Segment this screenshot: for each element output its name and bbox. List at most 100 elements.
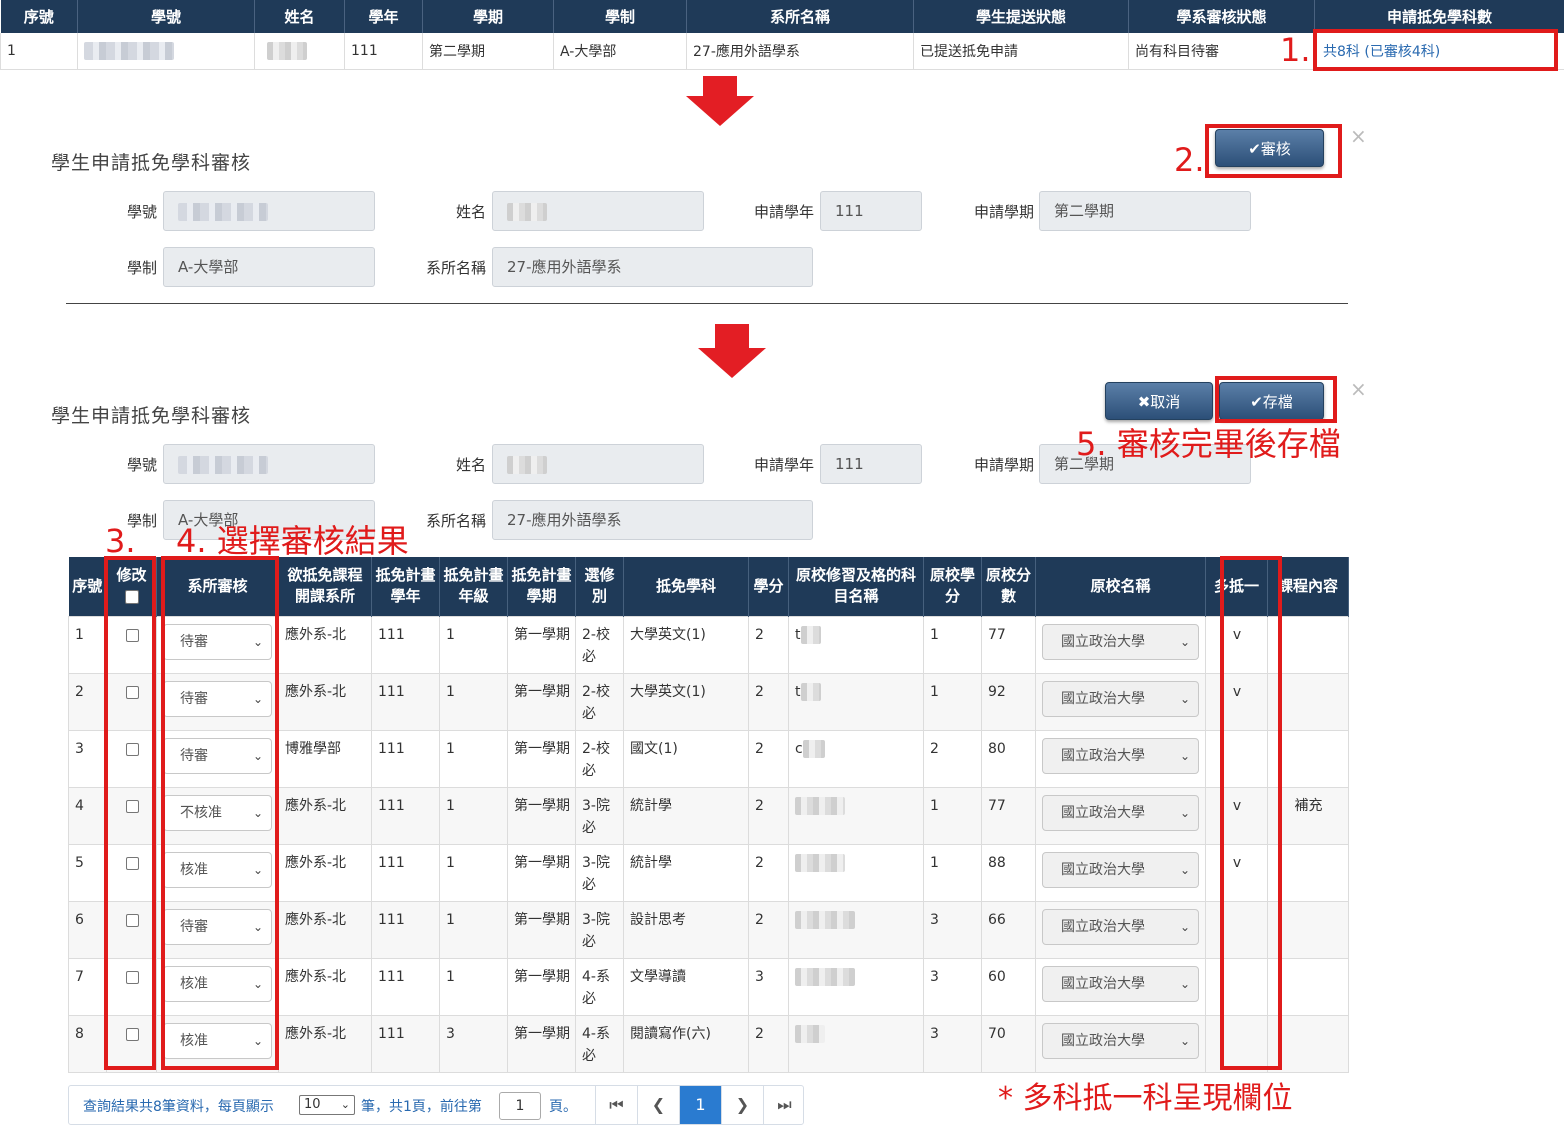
cancel-button[interactable]: ✖取消 bbox=[1105, 382, 1213, 420]
cell-orig-score: 92 bbox=[981, 672, 1036, 731]
highlight-step4 bbox=[161, 556, 279, 1070]
header-semester: 學期 bbox=[422, 0, 554, 33]
header-seq: 序號 bbox=[0, 0, 78, 33]
cell-plan-semester: 第一學期 bbox=[507, 786, 576, 845]
cell-orig-credits: 2 bbox=[923, 729, 982, 788]
chevron-down-icon: ⌄ bbox=[1179, 805, 1190, 820]
last-page-button[interactable]: ⏭ bbox=[763, 1086, 805, 1124]
chevron-right-icon: ❯ bbox=[735, 1095, 750, 1114]
cell-subject: 文學導讀 bbox=[623, 957, 749, 1016]
cell-orig-score: 88 bbox=[981, 843, 1036, 902]
orig-school-select[interactable]: 國立政治大學 ⌄ bbox=[1042, 1022, 1199, 1059]
header-student-status: 學生提送狀態 bbox=[913, 0, 1129, 33]
goto-page-input[interactable]: 1 bbox=[499, 1092, 541, 1120]
orig-school-value: 國立政治大學 bbox=[1061, 804, 1145, 821]
cell-orig-subject bbox=[788, 843, 924, 902]
orig-school-select[interactable]: 國立政治大學 ⌄ bbox=[1042, 851, 1199, 888]
cell-credits: 2 bbox=[748, 900, 789, 959]
orig-school-select[interactable]: 國立政治大學 ⌄ bbox=[1042, 737, 1199, 774]
cell-orig-school: 國立政治大學 ⌄ bbox=[1035, 843, 1206, 902]
divider bbox=[66, 303, 1348, 304]
last-page-icon: ⏭ bbox=[777, 1095, 792, 1114]
orig-school-select[interactable]: 國立政治大學 ⌄ bbox=[1042, 680, 1199, 717]
cell-orig-school: 國立政治大學 ⌄ bbox=[1035, 957, 1206, 1016]
header-year: 學年 bbox=[344, 0, 423, 33]
orig-school-value: 國立政治大學 bbox=[1061, 861, 1145, 878]
step4-label: 4. 選擇審核結果 bbox=[176, 522, 409, 560]
cell-course-dept: 博雅學部 bbox=[278, 729, 372, 788]
cell-course-dept: 應外系-北 bbox=[278, 957, 372, 1016]
cell-elective: 2-校必 bbox=[575, 729, 624, 788]
panel2-close-icon[interactable]: × bbox=[1350, 377, 1367, 401]
cell-orig-subject: t bbox=[788, 672, 924, 731]
cell-plan-semester: 第一學期 bbox=[507, 1014, 576, 1073]
label-apply-semester: 申請學期 bbox=[973, 456, 1034, 474]
cell-orig-subject bbox=[788, 786, 924, 845]
cell-seq: 8 bbox=[68, 1014, 107, 1073]
cell-year: 111 bbox=[344, 33, 423, 70]
cell-orig-score: 60 bbox=[981, 957, 1036, 1016]
multi-note-label: * 多科抵一科呈現欄位 bbox=[998, 1081, 1293, 1116]
cell-credits: 2 bbox=[748, 843, 789, 902]
cell-plan-grade: 1 bbox=[439, 786, 508, 845]
cell-plan-grade: 1 bbox=[439, 900, 508, 959]
step1-label: 1. bbox=[1280, 31, 1311, 69]
cell-credits: 2 bbox=[748, 786, 789, 845]
cell-plan-year: 111 bbox=[371, 900, 440, 959]
cell-credits: 2 bbox=[748, 729, 789, 788]
cell-seq: 3 bbox=[68, 729, 107, 788]
prev-page-button[interactable]: ❮ bbox=[637, 1086, 679, 1124]
apply-semester-field: 第二學期 bbox=[1039, 191, 1251, 231]
chevron-down-icon: ⌄ bbox=[1179, 976, 1190, 991]
header-system: 學制 bbox=[553, 0, 687, 33]
cell-plan-grade: 1 bbox=[439, 672, 508, 731]
cell-plan-semester: 第一學期 bbox=[507, 900, 576, 959]
first-page-icon: ⏮ bbox=[609, 1095, 624, 1114]
orig-school-select[interactable]: 國立政治大學 ⌄ bbox=[1042, 623, 1199, 660]
header-orig-subject: 原校修習及格的科目名稱 bbox=[788, 557, 924, 616]
panel2-title: 學生申請抵免學科審核 bbox=[51, 405, 252, 427]
chevron-down-icon: ⌄ bbox=[1179, 634, 1190, 649]
cell-student-id bbox=[77, 33, 255, 70]
redacted-orig-subject bbox=[800, 625, 821, 644]
highlight-step2 bbox=[1205, 124, 1342, 178]
header-orig-score: 原校分數 bbox=[981, 557, 1036, 616]
orig-school-select[interactable]: 國立政治大學 ⌄ bbox=[1042, 908, 1199, 945]
page-size-select[interactable]: 10 ⌄ bbox=[299, 1095, 355, 1115]
orig-school-select[interactable]: 國立政治大學 ⌄ bbox=[1042, 794, 1199, 831]
next-page-button[interactable]: ❯ bbox=[721, 1086, 763, 1124]
chevron-down-icon: ⌄ bbox=[340, 1098, 350, 1111]
student-id-field bbox=[163, 191, 375, 231]
header-orig-credits: 原校學分 bbox=[923, 557, 982, 616]
header-orig-school: 原校名稱 bbox=[1035, 557, 1206, 616]
cell-credits: 2 bbox=[748, 672, 789, 731]
cell-orig-score: 77 bbox=[981, 615, 1036, 674]
cell-course-dept: 應外系-北 bbox=[278, 1014, 372, 1073]
panel1-close-icon[interactable]: × bbox=[1350, 124, 1367, 148]
cell-subject: 統計學 bbox=[623, 843, 749, 902]
chevron-down-icon: ⌄ bbox=[1179, 691, 1190, 706]
redacted-name bbox=[507, 202, 547, 221]
cell-subject: 大學英文(1) bbox=[623, 672, 749, 731]
cell-subject: 閱讀寫作(六) bbox=[623, 1014, 749, 1073]
cell-plan-year: 111 bbox=[371, 843, 440, 902]
cell-plan-grade: 3 bbox=[439, 1014, 508, 1073]
orig-school-value: 國立政治大學 bbox=[1061, 975, 1145, 992]
cell-orig-credits: 1 bbox=[923, 786, 982, 845]
redacted-orig-subject bbox=[802, 739, 825, 758]
cell-plan-year: 111 bbox=[371, 786, 440, 845]
page-1-button[interactable]: 1 bbox=[679, 1086, 721, 1124]
step5-label: 5. 審核完畢後存檔 bbox=[1076, 425, 1341, 463]
first-page-button[interactable]: ⏮ bbox=[595, 1086, 637, 1124]
redacted-orig-subject bbox=[795, 910, 855, 929]
chevron-down-icon: ⌄ bbox=[1179, 919, 1190, 934]
pagination-suffix: 頁。 bbox=[549, 1099, 577, 1115]
label-apply-year: 申請學年 bbox=[753, 456, 814, 474]
cell-seq: 2 bbox=[68, 672, 107, 731]
orig-school-select[interactable]: 國立政治大學 ⌄ bbox=[1042, 965, 1199, 1002]
cell-orig-score: 70 bbox=[981, 1014, 1036, 1073]
orig-subject-prefix: t bbox=[795, 626, 801, 643]
cell-elective: 2-校必 bbox=[575, 615, 624, 674]
cell-plan-grade: 1 bbox=[439, 729, 508, 788]
apply-year-field: 111 bbox=[820, 444, 922, 484]
